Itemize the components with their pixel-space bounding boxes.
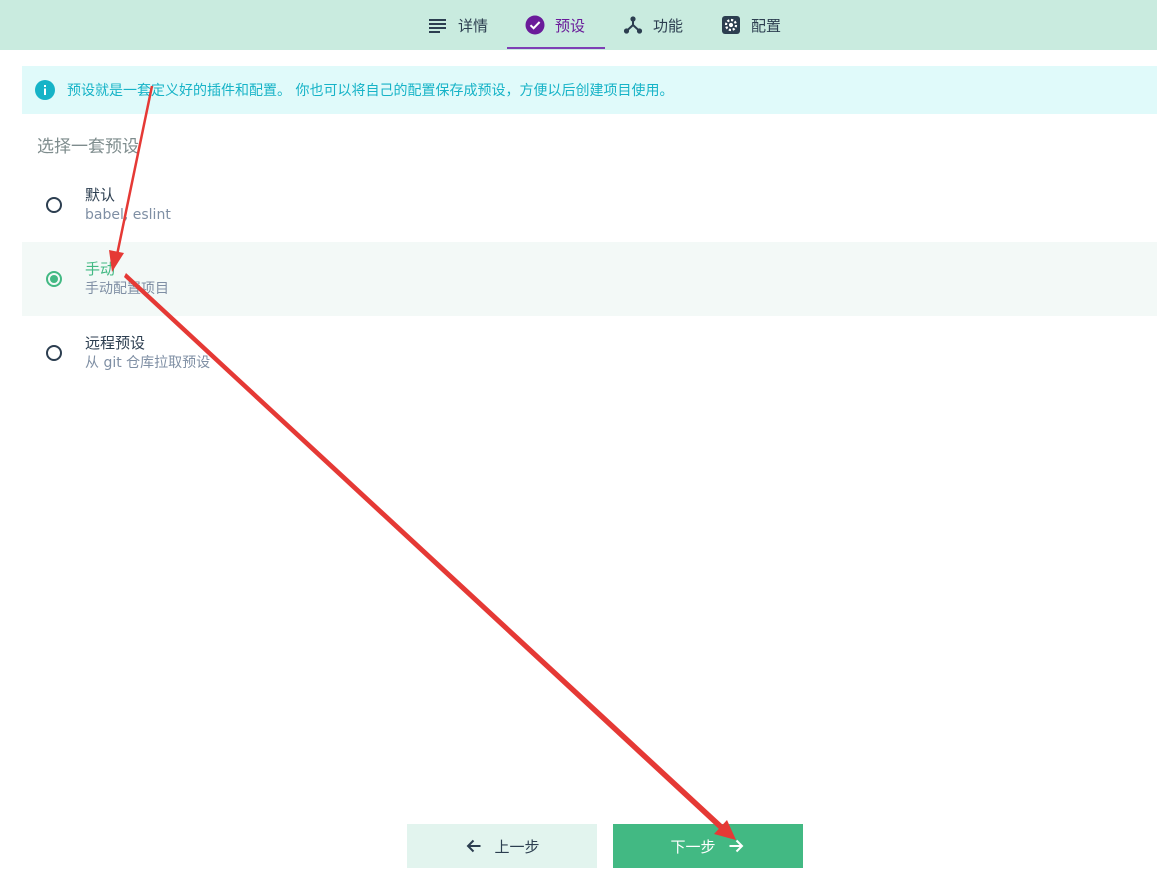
preset-name: 默认 bbox=[85, 186, 116, 204]
info-banner-text: 预设就是一套定义好的插件和配置。 你也可以将自己的配置保存成预设，方便以后创建项… bbox=[67, 83, 674, 99]
radio-button[interactable] bbox=[46, 345, 62, 361]
tab-config-label: 配置 bbox=[751, 16, 782, 35]
tab-presets-label: 预设 bbox=[555, 16, 586, 35]
tab-presets[interactable]: 预设 bbox=[507, 0, 605, 50]
radio-button-selected[interactable] bbox=[46, 271, 62, 287]
preset-option-manual[interactable]: 手动 手动配置项目 bbox=[22, 242, 1157, 316]
gear-icon bbox=[722, 16, 740, 34]
arrow-right-icon bbox=[729, 839, 743, 853]
tab-details[interactable]: 详情 bbox=[428, 0, 488, 50]
radio-button[interactable] bbox=[46, 197, 62, 213]
preset-name: 手动 bbox=[85, 260, 116, 278]
preset-option-default[interactable]: 默认 babel, eslint bbox=[22, 168, 1157, 242]
tab-features[interactable]: 功能 bbox=[623, 0, 683, 50]
previous-step-label: 上一步 bbox=[494, 837, 540, 856]
arrow-left-icon bbox=[467, 839, 481, 853]
info-icon bbox=[35, 80, 55, 100]
annotation-arrows-overlay bbox=[109, 85, 736, 840]
features-icon bbox=[623, 16, 643, 34]
info-banner: 预设就是一套定义好的插件和配置。 你也可以将自己的配置保存成预设，方便以后创建项… bbox=[22, 66, 1157, 114]
check-circle-icon bbox=[525, 15, 545, 35]
tab-features-label: 功能 bbox=[653, 16, 684, 35]
details-icon bbox=[429, 19, 446, 33]
tab-config[interactable]: 配置 bbox=[721, 0, 781, 50]
preset-description: 从 git 仓库拉取预设 bbox=[85, 355, 211, 371]
tab-details-label: 详情 bbox=[458, 16, 489, 35]
preset-description: 手动配置项目 bbox=[85, 281, 169, 297]
previous-step-button[interactable]: 上一步 bbox=[407, 824, 597, 868]
next-step-label: 下一步 bbox=[670, 837, 716, 856]
top-tab-bar: 详情 预设 功能 配置 bbox=[0, 0, 1157, 50]
section-title: 选择一套预设 bbox=[37, 137, 139, 157]
preset-name: 远程预设 bbox=[85, 334, 146, 352]
preset-description: babel, eslint bbox=[85, 207, 171, 223]
preset-option-remote[interactable]: 远程预设 从 git 仓库拉取预设 bbox=[22, 316, 1157, 390]
next-step-button[interactable]: 下一步 bbox=[613, 824, 803, 868]
